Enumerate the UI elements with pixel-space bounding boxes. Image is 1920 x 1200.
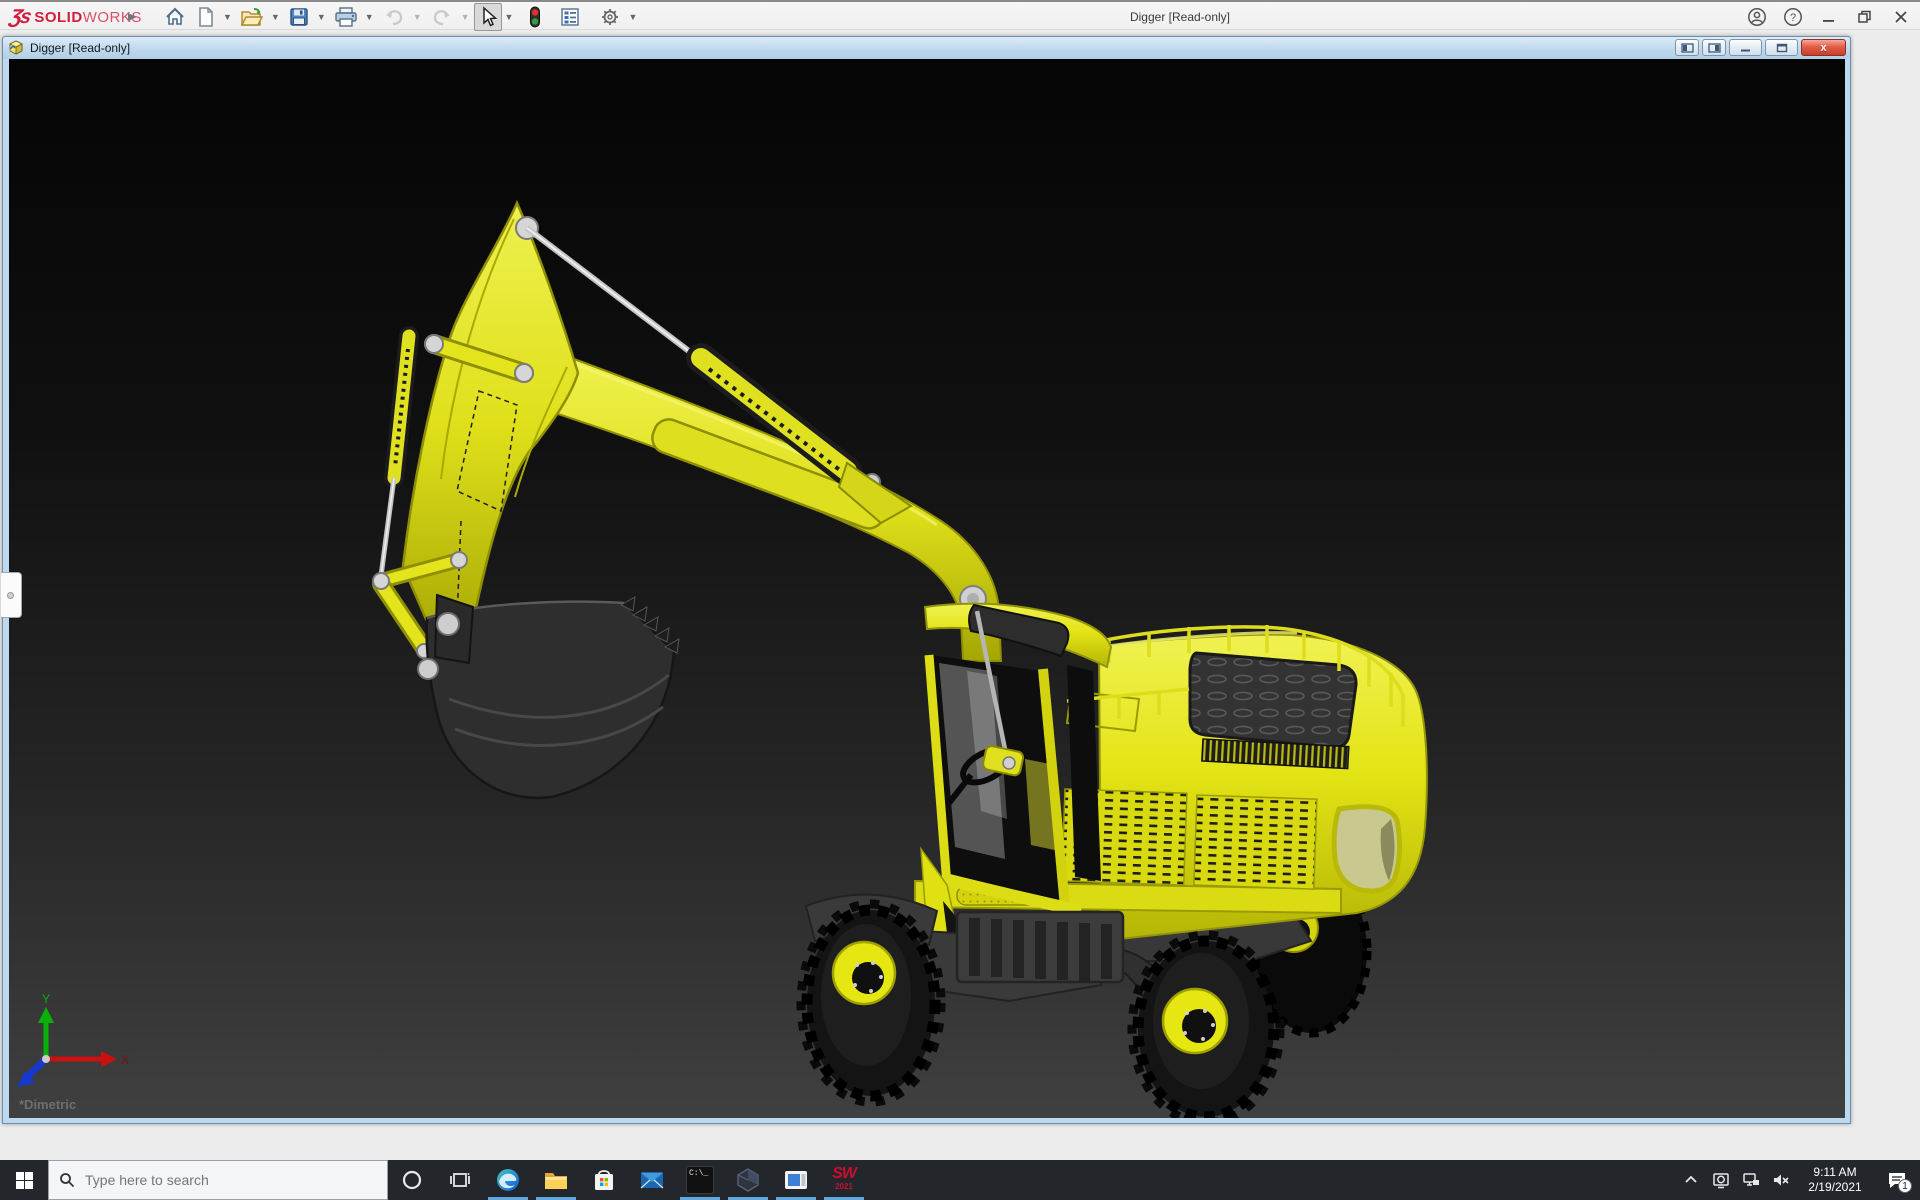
tray-date: 2/19/2021 xyxy=(1800,1180,1870,1195)
app-window-title: Digger [Read-only] xyxy=(1080,2,1280,32)
tray-network-icon[interactable] xyxy=(1736,1160,1766,1200)
tray-volume-muted-icon[interactable] xyxy=(1766,1160,1796,1200)
pane-right-button[interactable] xyxy=(1702,39,1726,56)
open-dropdown-arrow[interactable]: ▼ xyxy=(271,12,280,22)
undo-dropdown-arrow[interactable]: ▼ xyxy=(413,12,422,22)
document-title-bar[interactable]: Digger [Read-only] x xyxy=(3,37,1850,59)
document-title: Digger [Read-only] xyxy=(30,41,130,55)
engine-cover[interactable] xyxy=(1190,653,1356,747)
save-button[interactable] xyxy=(284,3,314,31)
taskbar-app-edge[interactable] xyxy=(484,1160,532,1200)
task-view-button[interactable] xyxy=(436,1160,484,1200)
mdi-client-area: Digger [Read-only] x xyxy=(0,30,1920,1160)
search-icon xyxy=(59,1172,75,1188)
home-button[interactable] xyxy=(160,3,190,31)
cortana-button[interactable] xyxy=(388,1160,436,1200)
tray-tablet-icon[interactable] xyxy=(1706,1160,1736,1200)
logo-expand-arrow[interactable]: ▶ xyxy=(128,10,136,23)
stoplight-markup-button[interactable] xyxy=(525,3,545,31)
triad-x-label: X xyxy=(121,1053,129,1067)
notification-badge: 1 xyxy=(1898,1179,1912,1193)
solidworks-app-icon: SW 2021 xyxy=(829,1165,859,1195)
help-icon[interactable]: ? xyxy=(1782,6,1804,28)
solidworks-logo: Ʒs SOLIDWORKS xyxy=(10,6,142,28)
quick-access-toolbar: ▼ ▼ ▼ ▼ ▼ ▼ ▼ ▼ xyxy=(160,4,641,30)
part-document-icon xyxy=(8,40,24,56)
select-tool-button[interactable] xyxy=(474,3,502,31)
new-document-button[interactable] xyxy=(192,3,220,31)
triad-y-label: Y xyxy=(42,992,50,1006)
search-input[interactable] xyxy=(85,1172,355,1188)
app-title-bar: Ʒs SOLIDWORKS ▶ ▼ ▼ ▼ ▼ ▼ ▼ ▼ xyxy=(0,0,1920,30)
doc-close-button[interactable]: x xyxy=(1801,39,1846,56)
new-dropdown-arrow[interactable]: ▼ xyxy=(223,12,232,22)
dassault-3ds-glyph: Ʒs xyxy=(8,6,32,29)
close-button[interactable] xyxy=(1890,6,1912,28)
save-dropdown-arrow[interactable]: ▼ xyxy=(317,12,326,22)
logo-solid: SOLID xyxy=(34,9,82,26)
side-grille-2 xyxy=(1194,795,1317,889)
select-dropdown-arrow[interactable]: ▼ xyxy=(505,12,514,22)
tray-time: 9:11 AM xyxy=(1800,1165,1870,1180)
taskbar-app-store[interactable] xyxy=(580,1160,628,1200)
document-window: Digger [Read-only] x xyxy=(2,36,1851,1124)
start-button[interactable] xyxy=(0,1160,48,1200)
taskbar-app-window[interactable] xyxy=(772,1160,820,1200)
taskbar-clock[interactable]: 9:11 AM 2/19/2021 xyxy=(1796,1165,1874,1195)
taskbar-app-file-explorer[interactable] xyxy=(532,1160,580,1200)
redo-dropdown-arrow[interactable]: ▼ xyxy=(461,12,470,22)
view-orientation-label: *Dimetric xyxy=(19,1097,76,1112)
print-button[interactable] xyxy=(330,3,362,31)
print-dropdown-arrow[interactable]: ▼ xyxy=(365,12,374,22)
doc-restore-button[interactable] xyxy=(1765,39,1798,56)
account-icon[interactable] xyxy=(1746,6,1768,28)
taskbar: C:\_ SW 2021 9:11 AM 2/19/2021 xyxy=(0,1160,1920,1200)
pane-left-button[interactable] xyxy=(1675,39,1699,56)
graphics-viewport[interactable]: Y X *Dimetric xyxy=(9,59,1845,1118)
digger-model[interactable]: Y X xyxy=(9,59,1845,1118)
svg-text:?: ? xyxy=(1790,12,1796,24)
redo-button[interactable] xyxy=(426,3,458,31)
pane-tab-grip xyxy=(7,592,14,599)
taskbar-app-edrawings[interactable] xyxy=(724,1160,772,1200)
system-tray: 9:11 AM 2/19/2021 1 xyxy=(1676,1160,1920,1200)
taskbar-app-solidworks[interactable]: SW 2021 xyxy=(820,1160,868,1200)
properties-button[interactable] xyxy=(555,3,585,31)
collapsed-pane-tab[interactable] xyxy=(1,572,22,618)
minimize-button[interactable] xyxy=(1818,6,1840,28)
settings-gear-button[interactable] xyxy=(595,3,625,31)
command-prompt-icon: C:\_ xyxy=(686,1166,714,1194)
taskbar-app-command-prompt[interactable]: C:\_ xyxy=(676,1160,724,1200)
open-button[interactable] xyxy=(236,3,268,31)
doc-minimize-button[interactable] xyxy=(1729,39,1762,56)
action-center-button[interactable]: 1 xyxy=(1874,1160,1920,1200)
undo-button[interactable] xyxy=(378,3,410,31)
settings-dropdown-arrow[interactable]: ▼ xyxy=(628,12,637,22)
taskbar-app-mail[interactable] xyxy=(628,1160,676,1200)
restore-button[interactable] xyxy=(1854,6,1876,28)
tray-chevron-up-icon[interactable] xyxy=(1676,1160,1706,1200)
taskbar-search[interactable] xyxy=(48,1160,388,1200)
